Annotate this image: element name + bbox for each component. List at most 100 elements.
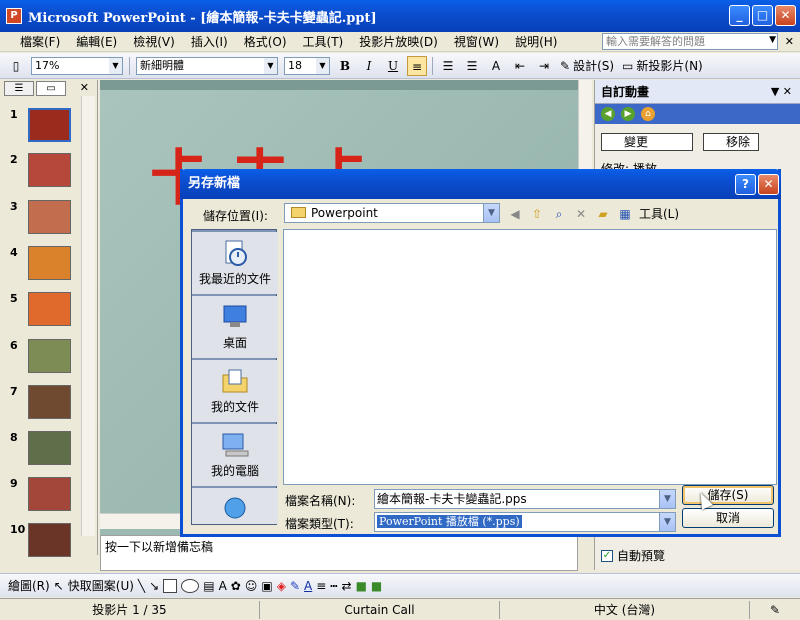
zoom-combo[interactable]: 17% ▼ <box>31 56 123 75</box>
underline-button[interactable]: U <box>383 56 403 76</box>
picture-icon[interactable]: ▣ <box>261 579 272 593</box>
powerpoint-app-icon[interactable]: P <box>6 8 22 24</box>
panel-close-icon[interactable]: ✕ <box>80 81 89 94</box>
slide-thumbnail[interactable] <box>28 246 71 280</box>
save-in-combo[interactable]: Powerpoint ▼ <box>284 203 500 223</box>
menu-format[interactable]: 格式(O) <box>236 33 295 50</box>
save-in-dropdown-icon[interactable]: ▼ <box>483 204 499 222</box>
diagram-icon[interactable]: ✿ <box>231 579 241 593</box>
slide-thumb-row[interactable]: 5 <box>0 292 84 336</box>
auto-preview-option[interactable]: ✓ 自動預覽 <box>601 547 665 564</box>
dialog-help-button[interactable]: ? <box>735 174 756 195</box>
font-size-dropdown-icon[interactable]: ▼ <box>316 57 329 74</box>
align-left-icon[interactable]: ≡ <box>407 55 427 76</box>
slide-thumb-row[interactable]: 3 <box>0 200 84 244</box>
close-button[interactable]: ✕ <box>775 5 796 26</box>
line-color-icon[interactable]: ✎ <box>290 579 300 593</box>
help-dropdown-icon[interactable]: ▼ <box>769 35 776 45</box>
filetype-select[interactable]: PowerPoint 播放檔 (*.pps) ▼ <box>374 512 676 532</box>
place-my-documents[interactable]: 我的文件 <box>192 360 278 422</box>
dialog-close-button[interactable]: ✕ <box>758 174 779 195</box>
slide-thumbnail[interactable] <box>28 153 71 187</box>
slide-thumbnail[interactable] <box>28 108 71 142</box>
outline-tab[interactable]: ☰ <box>4 80 34 96</box>
slide-thumbnail[interactable] <box>28 523 71 557</box>
filename-input[interactable]: 繪本簡報-卡夫卡變蟲記.pps ▼ <box>374 489 676 509</box>
document-close-icon[interactable]: ✕ <box>785 35 794 48</box>
delete-icon[interactable]: ✕ <box>573 206 589 222</box>
slide-thumbnail[interactable] <box>28 431 71 465</box>
slide-thumbnail[interactable] <box>28 200 71 234</box>
forward-icon[interactable]: ▶ <box>621 107 635 121</box>
dash-style-icon[interactable]: ┅ <box>330 579 337 593</box>
numbered-list-icon[interactable]: ☰ <box>438 56 458 76</box>
bold-button[interactable]: B <box>335 56 355 76</box>
new-folder-icon[interactable]: ▰ <box>595 206 611 222</box>
slide-thumb-row[interactable]: 4 <box>0 246 84 290</box>
increase-font-icon[interactable]: A <box>486 56 506 76</box>
decrease-indent-icon[interactable]: ⇤ <box>510 56 530 76</box>
menu-file[interactable]: 檔案(F) <box>12 33 68 50</box>
place-desktop[interactable]: 桌面 <box>192 296 278 358</box>
select-pointer-icon[interactable]: ↖ <box>54 579 64 593</box>
back-icon[interactable]: ◀ <box>601 107 615 121</box>
menu-insert[interactable]: 插入(I) <box>183 33 236 50</box>
fill-color-icon[interactable]: ◈ <box>277 579 286 593</box>
menu-tools[interactable]: 工具(T) <box>295 33 352 50</box>
menu-slideshow[interactable]: 投影片放映(D) <box>351 33 446 50</box>
cancel-button[interactable]: 取消 <box>682 508 774 528</box>
filetype-dropdown-icon[interactable]: ▼ <box>659 513 675 531</box>
oval-icon[interactable] <box>181 578 200 593</box>
remove-effect-button[interactable]: 移除 <box>703 133 759 151</box>
change-effect-button[interactable]: 變更 <box>601 133 693 151</box>
up-folder-icon[interactable]: ⇧ <box>529 206 545 222</box>
new-document-icon[interactable]: ▯ <box>6 56 26 76</box>
font-size-combo[interactable]: 18 ▼ <box>284 56 330 75</box>
menu-window[interactable]: 視窗(W) <box>446 33 507 50</box>
rectangle-icon[interactable] <box>163 578 178 593</box>
clipart-icon[interactable]: ☺ <box>245 579 258 593</box>
home-icon[interactable]: ⌂ <box>641 107 655 121</box>
help-question-input[interactable]: 輸入需要解答的問題 <box>602 33 778 50</box>
increase-indent-icon[interactable]: ⇥ <box>534 56 554 76</box>
tools-menu[interactable]: 工具(L) <box>639 205 679 222</box>
slide-thumb-row[interactable]: 1 <box>0 108 84 152</box>
line-style-icon[interactable]: ≡ <box>316 579 326 593</box>
menu-help[interactable]: 說明(H) <box>507 33 565 50</box>
wordart-icon[interactable]: A <box>219 579 227 593</box>
notes-pane[interactable]: 按一下以新增備忘稿 <box>100 535 578 571</box>
views-icon[interactable]: ▦ <box>617 206 633 222</box>
slide-thumbnail[interactable] <box>28 292 71 326</box>
line-icon[interactable]: ╲ <box>138 579 145 593</box>
file-list[interactable] <box>283 229 777 485</box>
filename-dropdown-icon[interactable]: ▼ <box>659 490 675 508</box>
slide-thumb-row[interactable]: 9 <box>0 477 84 521</box>
italic-button[interactable]: I <box>359 56 379 76</box>
slide-thumbnail[interactable] <box>28 339 71 373</box>
font-color-icon[interactable]: A <box>304 579 312 593</box>
slide-thumb-row[interactable]: 2 <box>0 153 84 197</box>
bullet-list-icon[interactable]: ☰ <box>462 56 482 76</box>
menu-view[interactable]: 檢視(V) <box>125 33 183 50</box>
draw-menu[interactable]: 繪圖(R) <box>8 577 50 594</box>
shadow-icon[interactable]: ■ <box>356 579 367 593</box>
maximize-button[interactable]: □ <box>752 5 773 26</box>
menu-edit[interactable]: 編輯(E) <box>68 33 125 50</box>
textbox-icon[interactable]: ▤ <box>203 579 214 593</box>
3d-icon[interactable]: ■ <box>371 579 382 593</box>
autoshapes-menu[interactable]: 快取圖案(U) <box>68 577 134 594</box>
place-network[interactable] <box>192 488 278 524</box>
new-slide-button[interactable]: ▭ 新投影片(N) <box>622 57 703 74</box>
slides-scrollbar[interactable] <box>81 96 95 536</box>
slide-thumb-row[interactable]: 6 <box>0 339 84 383</box>
slide-thumbnail[interactable] <box>28 477 71 511</box>
place-my-computer[interactable]: 我的電腦 <box>192 424 278 486</box>
slide-thumbnail[interactable] <box>28 385 71 419</box>
slide-thumb-row[interactable]: 8 <box>0 431 84 475</box>
slides-tab[interactable]: ▭ <box>36 80 66 96</box>
zoom-dropdown-icon[interactable]: ▼ <box>109 57 122 74</box>
slide-thumb-row[interactable]: 10 <box>0 523 84 567</box>
search-web-icon[interactable]: ⌕ <box>551 206 567 222</box>
place-recent[interactable]: 我最近的文件 <box>192 232 278 294</box>
slide-thumb-row[interactable]: 7 <box>0 385 84 429</box>
